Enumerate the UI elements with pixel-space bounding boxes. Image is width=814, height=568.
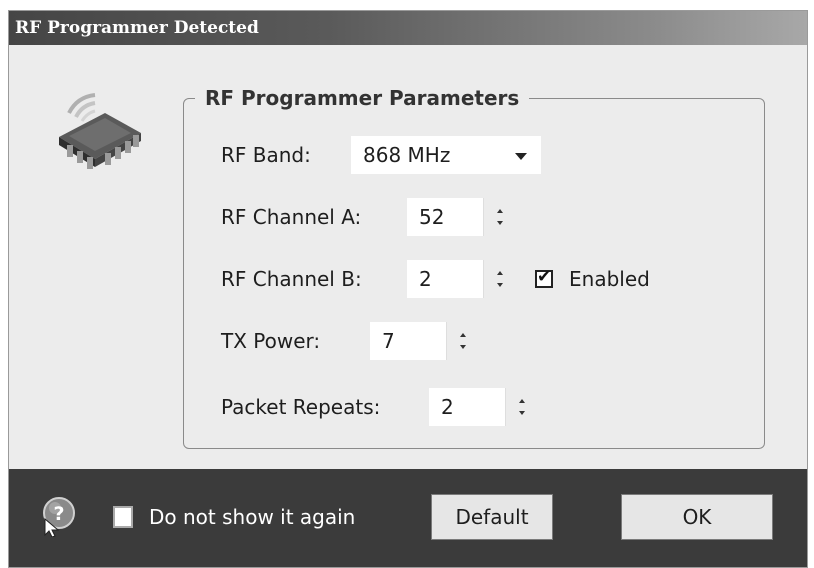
dont-show-again-checkbox[interactable]	[113, 506, 133, 528]
svg-text:?: ?	[53, 503, 64, 525]
tx-power-spin-buttons[interactable]	[446, 322, 476, 360]
spin-up-icon[interactable]	[497, 209, 503, 213]
channel-a-label: RF Channel A:	[221, 205, 362, 229]
channel-b-spin-buttons[interactable]	[483, 260, 513, 298]
packet-repeats-label: Packet Repeats:	[221, 395, 381, 419]
dialog-title: RF Programmer Detected	[9, 11, 807, 45]
tx-power-label: TX Power:	[221, 329, 321, 353]
packet-repeats-value[interactable]: 2	[441, 388, 454, 426]
channel-a-spin-buttons[interactable]	[483, 198, 513, 236]
channel-b-label: RF Channel B:	[221, 267, 362, 291]
default-button[interactable]: Default	[431, 494, 553, 540]
spin-down-icon[interactable]	[497, 221, 503, 225]
dont-show-again-label[interactable]: Do not show it again	[149, 503, 355, 531]
spin-down-icon[interactable]	[497, 283, 503, 287]
channel-b-enabled-label[interactable]: Enabled	[569, 265, 650, 293]
rf-band-label: RF Band:	[221, 143, 311, 167]
channel-b-value[interactable]: 2	[419, 260, 432, 298]
channel-b-spinbox[interactable]: 2	[407, 260, 513, 298]
rf-band-select[interactable]: 868 MHz	[351, 136, 541, 174]
checkmark-icon: ✔	[537, 267, 552, 287]
wireless-chip-icon	[49, 89, 149, 179]
channel-a-value[interactable]: 52	[419, 198, 444, 236]
spin-up-icon[interactable]	[519, 399, 525, 403]
spin-down-icon[interactable]	[460, 345, 466, 349]
channel-a-spinbox[interactable]: 52	[407, 198, 513, 236]
tx-power-value[interactable]: 7	[382, 322, 395, 360]
packet-repeats-spinbox[interactable]: 2	[429, 388, 535, 426]
help-question-icon[interactable]: ?	[39, 493, 79, 541]
spin-down-icon[interactable]	[519, 411, 525, 415]
channel-b-enabled-checkbox[interactable]: ✔	[535, 267, 553, 288]
parameters-group-title: RF Programmer Parameters	[195, 85, 530, 111]
chevron-down-icon[interactable]	[515, 153, 527, 160]
spin-up-icon[interactable]	[460, 333, 466, 337]
rf-band-value: 868 MHz	[363, 143, 451, 167]
ok-button[interactable]: OK	[621, 494, 773, 540]
rf-programmer-dialog: RF Programmer Detected RF Programmer Par…	[8, 10, 808, 568]
tx-power-spinbox[interactable]: 7	[370, 322, 476, 360]
dialog-footer: ? Do not show it again Default OK	[9, 469, 807, 567]
packet-repeats-spin-buttons[interactable]	[505, 388, 535, 426]
spin-up-icon[interactable]	[497, 271, 503, 275]
